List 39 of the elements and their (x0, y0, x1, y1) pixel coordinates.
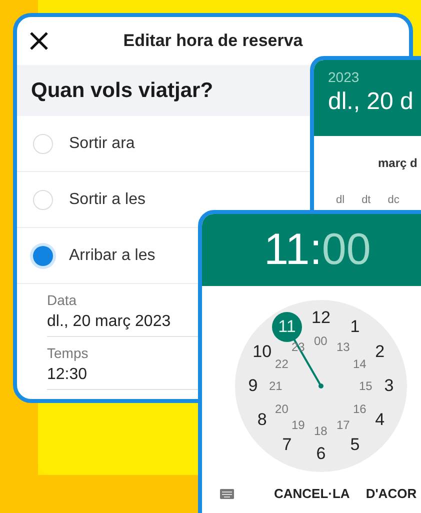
hour-number[interactable]: 7 (272, 430, 302, 460)
hour-number[interactable]: 16 (352, 402, 366, 414)
selected-date: dl., 20 d (328, 87, 414, 117)
hour-number[interactable]: 9 (238, 371, 268, 401)
hour-number[interactable]: 6 (306, 439, 336, 469)
keyboard-icon[interactable] (220, 489, 234, 499)
dialog-button[interactable]: CANCEL·LA (274, 484, 350, 504)
close-icon[interactable] (29, 31, 49, 51)
option-label: Arribar a les (69, 246, 156, 266)
weekday-label: dc (388, 193, 400, 208)
option-label: Sortir a les (69, 190, 146, 210)
question-heading: Quan vols viatjar? (31, 78, 214, 104)
field-label: Data (47, 291, 78, 310)
weekday-label: dt (362, 193, 371, 208)
field-value[interactable]: dl., 20 març 2023 (47, 310, 171, 334)
hour-number[interactable]: 21 (269, 380, 282, 392)
hour-number[interactable]: 20 (275, 402, 288, 414)
weekday-label: dl (336, 193, 345, 208)
dialog-button[interactable]: D'ACOR (366, 484, 417, 504)
month-label: març d (377, 155, 418, 172)
hour-number[interactable]: 19 (292, 418, 305, 431)
hour-number[interactable]: 00 (314, 335, 328, 347)
option-label: Sortir ara (69, 134, 135, 154)
hour-number[interactable]: 17 (336, 418, 350, 431)
hour-number[interactable]: 13 (336, 341, 350, 354)
time-display: 11:00 (264, 228, 371, 272)
year-label: 2023 (328, 68, 360, 86)
radio-button[interactable] (33, 190, 53, 210)
radio-button[interactable] (33, 246, 53, 266)
hour-number[interactable]: 15 (359, 380, 372, 392)
field-value[interactable]: 12:30 (47, 363, 88, 387)
hour-number[interactable]: 3 (374, 371, 404, 401)
hour-number[interactable]: 22 (275, 358, 288, 370)
dialog-title: Editar hora de reserva (123, 30, 303, 52)
hour-number[interactable]: 18 (314, 425, 328, 437)
hour-number[interactable]: 14 (352, 358, 366, 370)
field-label: Temps (47, 344, 90, 363)
hour-number[interactable]: 12 (306, 303, 336, 333)
radio-button[interactable] (33, 134, 53, 154)
